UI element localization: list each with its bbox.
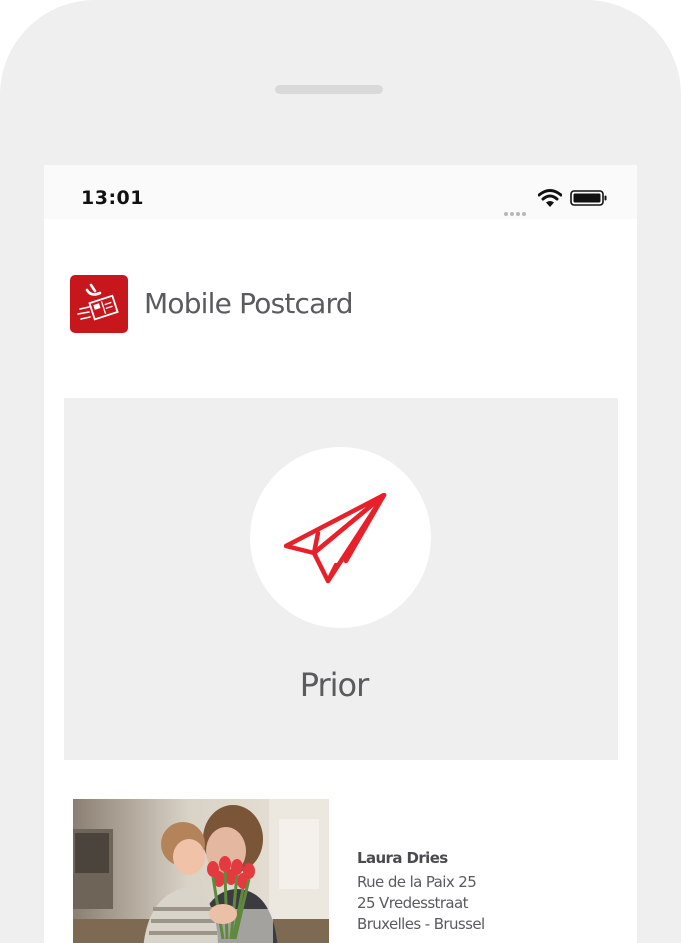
status-time: 13:01 <box>81 187 144 209</box>
paper-plane-icon <box>284 493 387 584</box>
postcard-photo <box>73 799 329 943</box>
phone-screen: 13:01 Mobile Postcard Prior Laura Dries … <box>44 165 637 943</box>
address-line-1: Rue de la Paix 25 <box>357 873 477 891</box>
battery-icon <box>570 190 607 206</box>
delivery-option-prior[interactable]: Prior <box>64 398 618 760</box>
phone-frame: 13:01 Mobile Postcard Prior Laura Dries … <box>0 0 681 943</box>
app-header: Mobile Postcard <box>70 275 610 335</box>
status-bar: 13:01 <box>44 165 637 219</box>
phone-speaker <box>275 85 383 94</box>
postcard-logo-icon <box>70 275 128 333</box>
address-line-3: Bruxelles - Brussel <box>357 915 485 933</box>
address-line-2: 25 Vredesstraat <box>357 894 468 912</box>
option-icon-circle <box>250 447 431 628</box>
recipient-name: Laura Dries <box>357 849 448 867</box>
recipient-address: Laura Dries Rue de la Paix 25 25 Vredess… <box>357 848 617 935</box>
signal-icon <box>504 201 532 216</box>
wifi-icon <box>538 189 562 207</box>
option-label: Prior <box>299 666 370 704</box>
app-title: Mobile Postcard <box>144 287 353 320</box>
